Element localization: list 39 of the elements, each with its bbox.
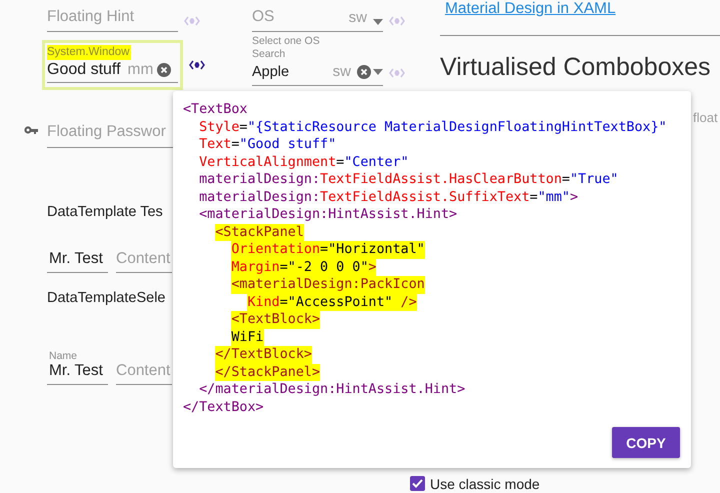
combobox-value: Apple [252,64,290,80]
clear-icon[interactable] [157,63,172,77]
floating-label: Search [252,48,286,60]
code-line: <TextBox [183,101,248,118]
code-line: </TextBox> [183,398,264,416]
dropdown-caret-icon[interactable] [373,68,383,74]
suffix-text: sw [332,63,351,80]
os-combobox[interactable]: OS sw [252,0,383,32]
combobox-hint: OS [252,8,276,26]
partial-text: float [692,110,719,125]
fruit-combobox[interactable]: Apple sw [252,60,383,86]
section-heading: Virtualised Comboboxes [440,53,712,82]
helper-text: Select one OS [252,35,321,47]
code-line: VerticalAlignment="Center" [199,154,409,171]
checkbox-label: Use classic mode [430,476,540,492]
content-field[interactable]: Content [116,362,172,385]
code-line: Style="{StaticResource MaterialDesignFloatingHintTextBox}" [199,118,667,136]
name-field[interactable]: Mr. Test [47,362,108,385]
link[interactable]: Material Design in XAML [445,0,616,18]
suffix-text: sw [348,8,367,26]
name-field[interactable]: Mr. Test [47,250,108,273]
floating-label: System.Window [47,45,132,60]
checkbox[interactable] [410,476,425,491]
code-line: Text="Good stuff" [199,136,336,154]
content-field[interactable]: Content [116,250,172,273]
dropdown-caret-icon[interactable] [373,19,383,25]
section-label: DataTemplateSele [47,290,166,306]
text-field[interactable]: System.Window Good stuff mm [42,40,183,90]
suffix-text: mm [128,61,154,79]
code-line: materialDesign:TextFieldAssist.SuffixText="mm"> [199,188,578,206]
copy-button[interactable]: COPY [612,427,680,458]
code-line: materialDesign:TextFieldAssist.HasClearButton="True" [199,171,618,188]
field-label: Name [49,350,78,362]
clear-icon[interactable] [357,64,371,78]
floating-hint-field[interactable]: Floating Hint [47,0,178,32]
code-line: <materialDesign:HintAssist.Hint> [199,206,458,224]
field-value: Good stuff [47,61,121,79]
code-line: </materialDesign:HintAssist.Hint> [199,381,466,398]
code-icon[interactable] [189,60,205,70]
